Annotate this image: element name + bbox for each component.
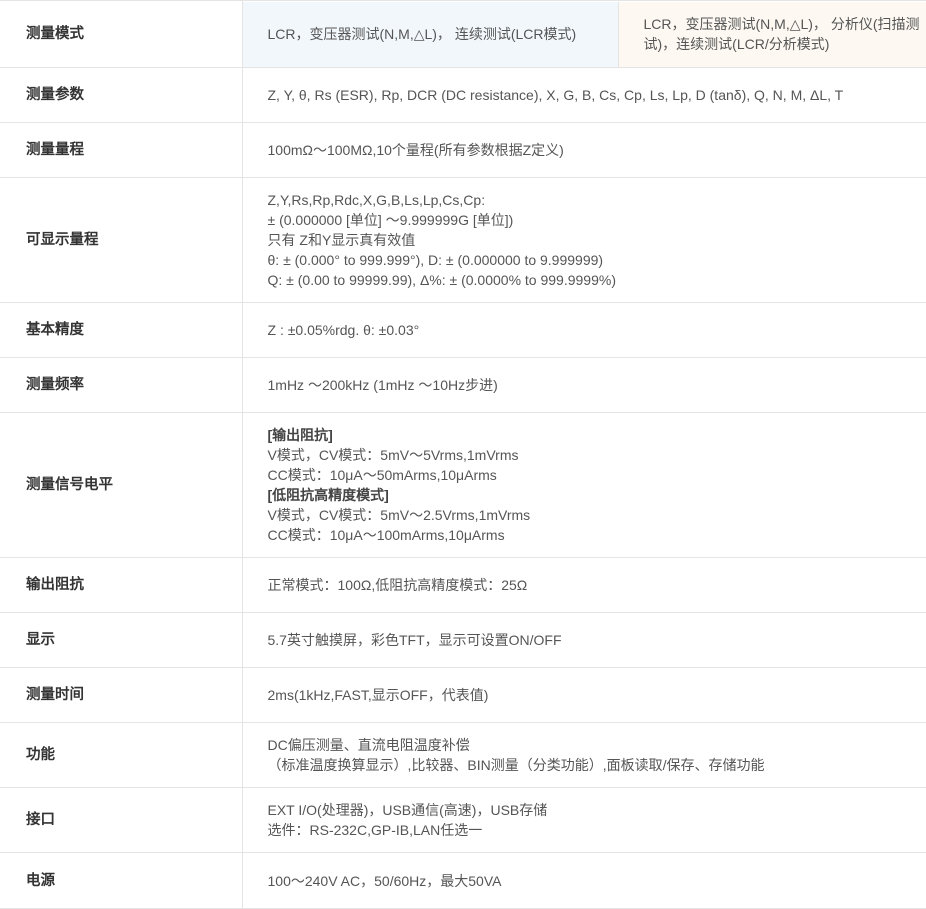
mode-text-line: 试)，连续测试(LCR/分析模式) [644,34,921,54]
spec-value-line: CC模式：10μA～50mArms,10μArms [268,465,917,485]
mode-text-line: LCR，变压器测试(N,M,△L)， 连续测试(LCR模式) [268,24,618,44]
spec-row: 可显示量程Z,Y,Rs,Rp,Rdc,X,G,B,Ls,Lp,Cs,Cp:± (… [0,178,926,303]
spec-value-line: 1mHz ～200kHz (1mHz ～10Hz步进) [268,375,917,395]
spec-value: 5.7英寸触摸屏，彩色TFT，显示可设置ON/OFF [242,613,926,668]
spec-value-line: θ: ± (0.000° to 999.999°), D: ± (0.00000… [268,250,917,270]
spec-label: 输出阻抗 [0,558,242,613]
spec-row: 测量参数 Z, Y, θ, Rs (ESR), Rp, DCR (DC resis… [0,68,926,123]
spec-value-line: V模式，CV模式：5mV～2.5Vrms,1mVrms [268,505,917,525]
spec-value-line: Z : ±0.05%rdg. θ: ±0.03° [268,320,917,340]
spec-label: 测量量程 [0,123,242,178]
spec-label: 测量时间 [0,668,242,723]
spec-row: 测量模式LCR，变压器测试(N,M,△L)， 连续测试(LCR模式)LCR，变压… [0,1,926,68]
mode-cell-lcr: LCR，变压器测试(N,M,△L)， 连续测试(LCR模式) [243,2,619,67]
spec-row: 测量信号电平[输出阻抗]V模式，CV模式：5mV～5Vrms,1mVrmsCC模… [0,413,926,558]
spec-value-line: ± (0.000000 [单位] ～9.999999G [单位]) [268,210,917,230]
spec-value: 100～240V AC，50/60Hz，最大50VA [242,853,926,909]
spec-value: DC偏压测量、直流电阻温度补偿（标准温度换算显示）,比较器、BIN测量（分类功能… [242,723,926,788]
spec-row: 测量量程 100mΩ～100MΩ,10个量程(所有参数根据Z定义) [0,123,926,178]
spec-label: 显示 [0,613,242,668]
spec-value: 正常模式：100Ω,低阻抗高精度模式：25Ω [242,558,926,613]
spec-value-line: 100～240V AC，50/60Hz，最大50VA [268,871,917,891]
spec-value: EXT I/O(处理器)，USB通信(高速)，USB存储选件：RS-232C,G… [242,788,926,853]
mode-cell-analyzer: LCR，变压器测试(N,M,△L)， 分析仪(扫描测试)，连续测试(LCR/分析… [619,2,926,67]
spec-label: 电源 [0,853,242,909]
spec-value: LCR，变压器测试(N,M,△L)， 连续测试(LCR模式)LCR，变压器测试(… [242,1,926,68]
spec-row: 电源 100～240V AC，50/60Hz，最大50VA [0,853,926,909]
spec-value-line: 100mΩ～100MΩ,10个量程(所有参数根据Z定义) [268,140,917,160]
spec-value-line: Q: ± (0.00 to 99999.99), Δ%: ± (0.0000% … [268,270,917,290]
spec-row: 输出阻抗 正常模式：100Ω,低阻抗高精度模式：25Ω [0,558,926,613]
mode-split: LCR，变压器测试(N,M,△L)， 连续测试(LCR模式)LCR，变压器测试(… [243,2,926,67]
spec-value: 1mHz ～200kHz (1mHz ～10Hz步进) [242,358,926,413]
spec-value: 100mΩ～100MΩ,10个量程(所有参数根据Z定义) [242,123,926,178]
spec-subheading: [输出阻抗] [268,425,917,445]
spec-value-line: 选件：RS-232C,GP-IB,LAN任选一 [268,820,917,840]
mode-text-line: LCR，变压器测试(N,M,△L)， 分析仪(扫描测 [644,14,921,34]
spec-label: 接口 [0,788,242,853]
spec-value-line: Z, Y, θ, Rs (ESR), Rp, DCR (DC resistanc… [268,85,917,105]
spec-value: 2ms(1kHz,FAST,显示OFF，代表值) [242,668,926,723]
spec-value: Z : ±0.05%rdg. θ: ±0.03° [242,303,926,358]
spec-label: 测量频率 [0,358,242,413]
spec-table-body: 测量模式LCR，变压器测试(N,M,△L)， 连续测试(LCR模式)LCR，变压… [0,1,926,909]
spec-row: 基本精度 Z : ±0.05%rdg. θ: ±0.03° [0,303,926,358]
spec-label: 可显示量程 [0,178,242,303]
spec-row: 接口EXT I/O(处理器)，USB通信(高速)，USB存储选件：RS-232C… [0,788,926,853]
spec-value-line: V模式，CV模式：5mV～5Vrms,1mVrms [268,445,917,465]
spec-value-line: 2ms(1kHz,FAST,显示OFF，代表值) [268,685,917,705]
spec-value-line: 正常模式：100Ω,低阻抗高精度模式：25Ω [268,575,917,595]
spec-table: 测量模式LCR，变压器测试(N,M,△L)， 连续测试(LCR模式)LCR，变压… [0,0,926,909]
spec-value-line: CC模式：10μA～100mArms,10μArms [268,525,917,545]
spec-row: 测量频率 1mHz ～200kHz (1mHz ～10Hz步进) [0,358,926,413]
spec-value: Z, Y, θ, Rs (ESR), Rp, DCR (DC resistanc… [242,68,926,123]
spec-value: Z,Y,Rs,Rp,Rdc,X,G,B,Ls,Lp,Cs,Cp:± (0.000… [242,178,926,303]
spec-label: 基本精度 [0,303,242,358]
spec-value-line: Z,Y,Rs,Rp,Rdc,X,G,B,Ls,Lp,Cs,Cp: [268,190,917,210]
spec-row: 显示 5.7英寸触摸屏，彩色TFT，显示可设置ON/OFF [0,613,926,668]
spec-value-line: DC偏压测量、直流电阻温度补偿 [268,735,917,755]
spec-label: 测量参数 [0,68,242,123]
spec-label: 测量模式 [0,1,242,68]
spec-row: 功能DC偏压测量、直流电阻温度补偿（标准温度换算显示）,比较器、BIN测量（分类… [0,723,926,788]
spec-value-line: 只有 Z和Y显示真有效值 [268,230,917,250]
spec-row: 测量时间 2ms(1kHz,FAST,显示OFF，代表值) [0,668,926,723]
spec-value: [输出阻抗]V模式，CV模式：5mV～5Vrms,1mVrmsCC模式：10μA… [242,413,926,558]
spec-value-line: EXT I/O(处理器)，USB通信(高速)，USB存储 [268,800,917,820]
spec-value-line: 5.7英寸触摸屏，彩色TFT，显示可设置ON/OFF [268,630,917,650]
spec-label: 测量信号电平 [0,413,242,558]
spec-subheading: [低阻抗高精度模式] [268,485,917,505]
spec-value-line: （标准温度换算显示）,比较器、BIN测量（分类功能）,面板读取/保存、存储功能 [268,755,917,775]
spec-label: 功能 [0,723,242,788]
